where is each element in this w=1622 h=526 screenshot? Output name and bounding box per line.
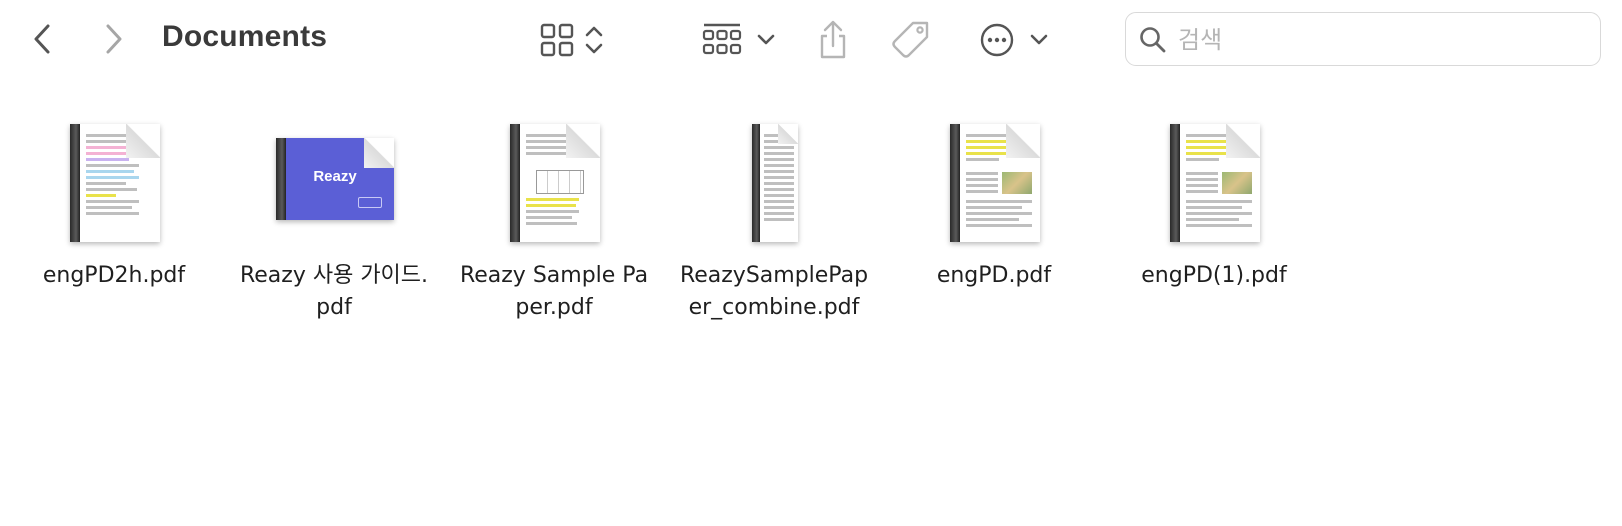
back-button[interactable] [26,20,58,58]
file-name: Reazy 사용 가이드.pdf [239,263,429,320]
file-grid: engPD2h.pdf Reazy Reazy 사용 가이드.pdf Reazy… [0,110,1622,370]
window-title: Documents [162,20,328,53]
chevron-left-icon [34,24,50,54]
search-input[interactable] [1176,21,1580,59]
search-icon [1140,27,1166,53]
more-ellipsis-icon [980,23,1014,57]
up-down-chevron-icon [585,26,603,54]
file-name: engPD2h.pdf [42,263,186,288]
file-name: engPD(1).pdf [1141,263,1287,288]
chevron-down-icon [1030,34,1048,45]
toolbar: Documents [0,0,1622,80]
chevron-down-icon [757,34,775,45]
pdf-thumbnail [894,110,1094,250]
pdf-thumbnail [14,110,214,250]
forward-button[interactable] [98,20,130,58]
pdf-thumbnail [1114,110,1314,250]
share-button[interactable] [815,18,851,62]
cover-title: Reazy [313,168,357,185]
pdf-thumbnail [674,110,874,250]
file-name: Reazy Sample Paper.pdf [459,263,649,320]
icon-view-grid-icon [540,23,574,57]
chevron-right-icon [106,24,122,54]
pdf-thumbnail: Reazy [234,110,434,250]
view-mode-button[interactable] [538,20,608,60]
share-icon [820,20,846,59]
file-name: ReazySamplePaper_combine.pdf [679,263,869,320]
group-button[interactable] [700,20,778,60]
tag-icon [892,21,929,58]
more-actions-button[interactable] [978,20,1050,60]
tag-button[interactable] [890,18,932,62]
search-field[interactable] [1125,12,1601,66]
pdf-thumbnail [454,110,654,250]
group-grid-icon [702,23,742,55]
file-name: engPD.pdf [936,263,1052,288]
